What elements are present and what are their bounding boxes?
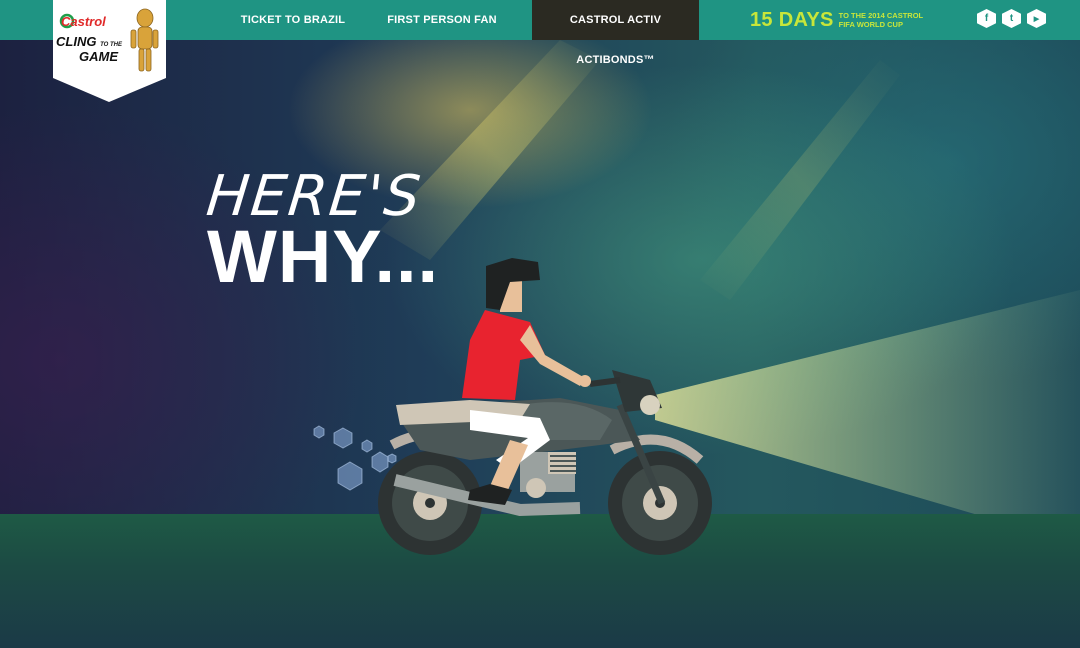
- twitter-icon[interactable]: t: [1002, 9, 1021, 28]
- castrol-cling-to-the-game-logo[interactable]: Castrol CLING TO THE GAME: [53, 0, 166, 102]
- nav-first-person-fan[interactable]: FIRST PERSON FAN: [382, 0, 502, 40]
- facebook-icon[interactable]: f: [977, 9, 996, 28]
- nav-castrol-activ-actibonds[interactable]: CASTROL ACTIV ACTIBONDS™: [532, 0, 699, 66]
- logo-line2: GAME: [79, 49, 118, 64]
- nav-ticket-to-brazil[interactable]: TICKET TO BRAZIL: [232, 0, 354, 40]
- logo-brand: Castrol: [61, 14, 106, 29]
- youtube-icon[interactable]: ▶: [1027, 9, 1046, 28]
- logo-line1: CLING TO THE: [56, 34, 122, 49]
- countdown-days: 15 DAYS: [750, 8, 834, 31]
- countdown-caption: TO THE 2014 CASTROL FIFA WORLD CUP: [838, 11, 923, 29]
- world-cup-countdown: 15 DAYS TO THE 2014 CASTROL FIFA WORLD C…: [750, 6, 929, 34]
